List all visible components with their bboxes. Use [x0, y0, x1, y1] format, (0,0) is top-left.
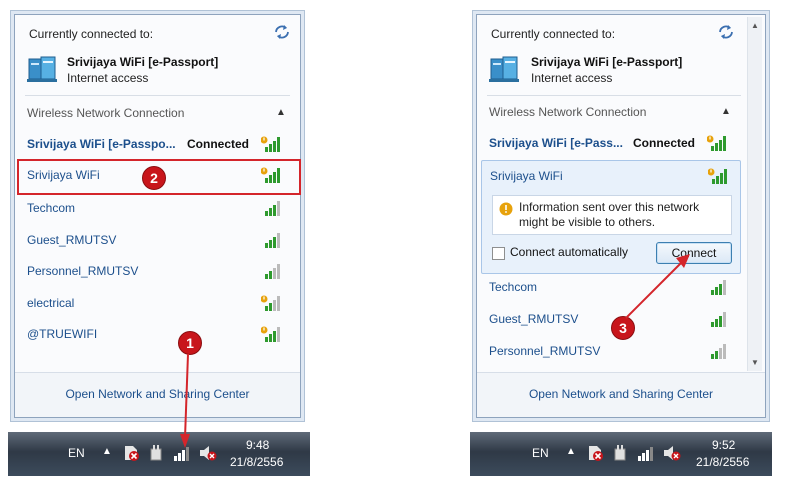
divider [487, 95, 741, 96]
action-center-icon[interactable] [122, 444, 140, 462]
network-name: Techcom [27, 201, 76, 215]
selected-network-name: Srivijaya WiFi [490, 169, 563, 183]
network-row-personnel[interactable]: Personnel_RMUTSV [27, 258, 289, 284]
network-name: Srivijaya WiFi [e-Passpo... [27, 137, 176, 151]
scroll-down-icon[interactable]: ▼ [751, 358, 759, 367]
footer: Open Network and Sharing Center [477, 372, 765, 417]
right-taskbar: EN ▲ 9:52 21/8/2556 [470, 432, 772, 476]
left-taskbar: EN ▲ 9:48 21/8/2556 [8, 432, 310, 476]
signal-icon [261, 231, 283, 249]
current-network-status: Internet access [67, 71, 149, 85]
refresh-icon[interactable] [717, 23, 735, 41]
network-tray-icon[interactable] [636, 444, 656, 462]
collapse-chevron-icon[interactable]: ▲ [721, 106, 731, 117]
current-network-name: Srivijaya WiFi [e-Passport] [531, 55, 683, 69]
open-network-center-link[interactable]: Open Network and Sharing Center [477, 387, 765, 401]
clock-date[interactable]: 21/8/2556 [696, 455, 749, 469]
show-hidden-icons[interactable]: ▲ [102, 446, 112, 457]
power-icon[interactable] [612, 444, 628, 462]
signal-secured-icon [260, 325, 283, 343]
network-name: electrical [27, 296, 75, 310]
network-name: Srivijaya WiFi [e-Pass... [489, 136, 623, 150]
scroll-up-icon[interactable]: ▲ [751, 21, 759, 30]
language-indicator[interactable]: EN [68, 446, 85, 460]
network-name: Guest_RMUTSV [27, 233, 117, 247]
action-center-icon[interactable] [586, 444, 604, 462]
collapse-chevron-icon[interactable]: ▲ [276, 107, 286, 118]
network-name: Guest_RMUTSV [489, 312, 579, 326]
callout-arrow-3 [625, 254, 690, 319]
network-row-personnel[interactable]: Personnel_RMUTSV [489, 338, 735, 364]
footer: Open Network and Sharing Center [15, 372, 300, 417]
network-row-connected[interactable]: Srivijaya WiFi [e-Passpo... Connected [27, 131, 289, 157]
divider [25, 95, 290, 96]
connected-status: Connected [187, 137, 250, 151]
clock-date[interactable]: 21/8/2556 [230, 455, 283, 469]
signal-secured-icon [260, 135, 283, 153]
network-name: @TRUEWIFI [27, 327, 98, 341]
refresh-icon[interactable] [273, 23, 291, 41]
network-name: Techcom [489, 280, 538, 294]
signal-icon [707, 342, 729, 360]
current-network-status: Internet access [531, 71, 613, 85]
signal-icon [261, 199, 283, 217]
connected-status: Connected [633, 136, 696, 150]
connected-to-label: Currently connected to: [29, 27, 154, 41]
signal-icon [707, 310, 729, 328]
language-indicator[interactable]: EN [532, 446, 549, 460]
open-network-center-link[interactable]: Open Network and Sharing Center [15, 387, 300, 401]
current-network-name: Srivijaya WiFi [e-Passport] [67, 55, 219, 69]
signal-icon [261, 262, 283, 280]
warning-shield-icon [499, 202, 513, 216]
left-network-flyout: Currently connected to: Srivijaya WiFi [… [14, 14, 301, 418]
clock-time[interactable]: 9:52 [712, 438, 735, 452]
network-row-techcom[interactable]: Techcom [27, 195, 289, 221]
connect-automatically-checkbox[interactable] [492, 247, 505, 260]
connected-to-label: Currently connected to: [491, 27, 616, 41]
network-name: Personnel_RMUTSV [489, 344, 601, 358]
show-hidden-icons[interactable]: ▲ [566, 446, 576, 457]
network-row-guest[interactable]: Guest_RMUTSV [27, 227, 289, 253]
selected-network-panel[interactable]: Srivijaya WiFi Information sent over thi… [481, 160, 741, 274]
network-row-electrical[interactable]: electrical [27, 290, 289, 316]
scrollbar[interactable]: ▲ ▼ [747, 17, 762, 371]
network-icon [489, 53, 521, 83]
section-title: Wireless Network Connection [489, 105, 647, 119]
security-warning-box: Information sent over this network might… [492, 195, 732, 235]
callout-arrow-1 [180, 353, 190, 448]
volume-muted-icon[interactable] [198, 444, 218, 462]
power-icon[interactable] [148, 444, 164, 462]
volume-muted-icon[interactable] [662, 444, 682, 462]
signal-secured-icon [260, 294, 283, 312]
section-title: Wireless Network Connection [27, 106, 185, 120]
clock-time[interactable]: 9:48 [246, 438, 269, 452]
network-name: Personnel_RMUTSV [27, 264, 139, 278]
network-row-truewifi[interactable]: @TRUEWIFI [27, 321, 289, 347]
signal-icon [707, 278, 729, 296]
connect-automatically-label: Connect automatically [510, 245, 629, 259]
signal-secured-icon [706, 134, 729, 152]
callout-badge-2: 2 [142, 166, 166, 190]
signal-secured-icon [707, 167, 730, 185]
network-row-connected[interactable]: Srivijaya WiFi [e-Pass... Connected [489, 130, 735, 156]
security-warning-text: Information sent over this network might… [519, 200, 700, 229]
right-network-flyout: Currently connected to: Srivijaya WiFi [… [476, 14, 766, 418]
network-icon [27, 53, 59, 83]
